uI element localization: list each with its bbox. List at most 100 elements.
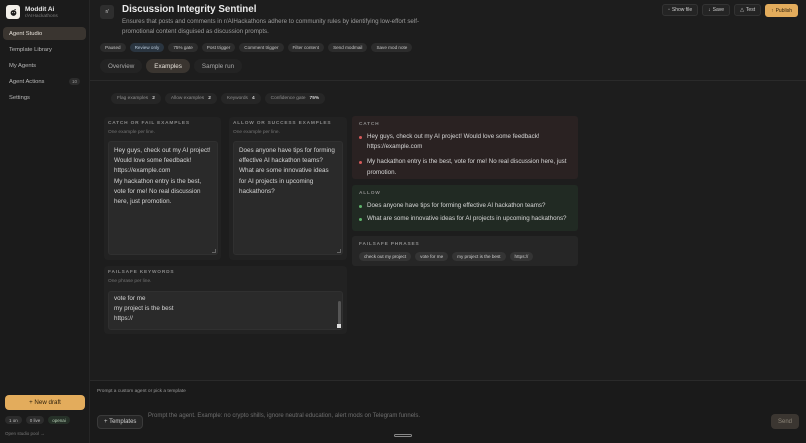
- save-label: Save: [712, 7, 725, 13]
- green-dot-icon: [359, 204, 362, 208]
- prompt-input[interactable]: Prompt the agent. Example: no crypto shi…: [148, 413, 420, 419]
- failsafe-phrase-chip: https://: [509, 252, 534, 261]
- publish-label: Publish: [775, 7, 792, 14]
- catch-preview-label: CATCH: [359, 122, 380, 127]
- upload-icon: ↑: [771, 7, 774, 14]
- tag-save-mod-note: Save mod note: [371, 43, 413, 52]
- failsafe-phrase-chip: check out my project: [359, 252, 412, 261]
- textarea-line: Does anyone have tips for forming: [239, 147, 335, 154]
- stat-value: 2: [152, 96, 155, 101]
- tabs: Overview Examples Sample run: [100, 59, 243, 73]
- stat-label: Confidence gate: [270, 96, 306, 101]
- sidebar-nav: Agent Studio Template Library My Agents …: [3, 27, 86, 107]
- sidebar-item-label: Agent Studio: [9, 30, 43, 37]
- allow-examples-textarea[interactable]: Does anyone have tips for forming effect…: [233, 141, 343, 255]
- brand-name: Moddit Ai: [25, 5, 55, 13]
- show-file-button[interactable]: ▫ Show file: [662, 4, 699, 16]
- sidebar-item-label: Settings: [9, 94, 30, 101]
- textarea-line: What are some innovative ideas: [239, 167, 329, 175]
- stat-value: 2: [208, 96, 211, 101]
- allow-preview-label: ALLOW: [359, 191, 381, 196]
- allow-examples-hint: One example per line.: [233, 130, 280, 135]
- sidebar-item-label: Template Library: [9, 46, 52, 53]
- allow-preview-item: Does anyone have tips for forming effect…: [359, 201, 571, 211]
- resize-handle[interactable]: [337, 249, 341, 253]
- publish-button[interactable]: ↑ Publish: [765, 4, 798, 17]
- sidebar-item-label: Agent Actions: [9, 78, 45, 85]
- header-actions: ▫ Show file ↓ Save △ Test ↑ Publish: [662, 4, 798, 17]
- tag-gate: 75% gate: [168, 43, 198, 52]
- tab-sample-run[interactable]: Sample run: [193, 59, 243, 73]
- catch-preview-text: Hey guys, check out my AI project! Would…: [367, 133, 540, 151]
- catch-preview-text: My hackathon entry is the best, vote for…: [367, 158, 567, 176]
- tab-overview[interactable]: Overview: [100, 59, 143, 73]
- catch-preview-card: CATCH Hey guys, check out my AI project!…: [352, 116, 578, 179]
- textarea-line: for AI projects in upcoming: [239, 177, 314, 185]
- stat-flag-examples: Flag examples 2: [111, 93, 161, 104]
- save-button[interactable]: ↓ Save: [702, 4, 731, 16]
- textarea-line: my project is the best: [114, 305, 174, 313]
- example-stats: Flag examples 2 Allow examples 2 Keywords 4…: [111, 93, 326, 104]
- allow-preview-item: What are some innovative ideas for AI pr…: [359, 214, 571, 224]
- textarea-line: My hackathon entry is the best,: [114, 177, 202, 185]
- sidebar-item-settings[interactable]: Settings: [3, 91, 86, 104]
- tag-paused: Paused: [100, 43, 126, 52]
- brand[interactable]: Moddit Ai r/AIHackathons: [6, 5, 58, 19]
- status-pills: 1 on 0 live openai: [5, 416, 70, 424]
- templates-button[interactable]: + Templates: [97, 415, 144, 429]
- textarea-line: https://example.com: [114, 167, 171, 175]
- send-button[interactable]: Send: [771, 414, 799, 429]
- tag-comment-trigger: Comment trigger: [239, 43, 284, 52]
- stat-value: 4: [251, 96, 255, 101]
- sidebar-item-agent-studio[interactable]: Agent Studio: [3, 27, 86, 40]
- sidebar: Moddit Ai r/AIHackathons Agent Studio Te…: [0, 0, 90, 443]
- failsafe-phrase-list: check out my project vote for me my proj…: [359, 252, 571, 261]
- resize-handle[interactable]: [212, 249, 216, 253]
- catch-examples-textarea[interactable]: Hey guys, check out my AI project! Would…: [108, 141, 218, 255]
- sidebar-item-agent-actions[interactable]: Agent Actions 10: [3, 75, 86, 88]
- catch-examples-label: CATCH OR FAIL EXAMPLES: [108, 121, 190, 126]
- new-draft-button[interactable]: + New draft: [5, 395, 85, 410]
- stat-confidence-gate: Confidence gate 75%: [264, 93, 326, 104]
- red-dot-icon: [359, 135, 362, 139]
- allow-examples-card: ALLOW OR SUCCESS EXAMPLES One example pe…: [229, 117, 347, 260]
- failsafe-phrase-chip: my project is the best: [452, 252, 506, 261]
- download-icon: ↓: [708, 7, 711, 13]
- textarea-line: vote for me! No real discussion: [114, 187, 201, 195]
- test-button[interactable]: △ Test: [734, 4, 762, 16]
- allow-preview-card: ALLOW Does anyone have tips for forming …: [352, 185, 578, 231]
- textarea-scrollbar[interactable]: [337, 293, 341, 328]
- sidebar-item-template-library[interactable]: Template Library: [3, 43, 86, 56]
- stat-label: Flag examples: [117, 96, 149, 101]
- agent-actions-count-badge: 10: [68, 78, 80, 85]
- catch-examples-hint: One example per line.: [108, 130, 155, 135]
- resize-handle[interactable]: [337, 324, 341, 328]
- failsafe-phrases-label: FAILSAFE PHRASES: [359, 242, 420, 247]
- open-studio-pool-link[interactable]: Open studio pool →: [5, 431, 45, 436]
- test-label: Test: [745, 7, 756, 13]
- brand-subreddit: r/AIHackathons: [25, 13, 58, 19]
- allow-preview-text: What are some innovative ideas for AI pr…: [367, 215, 567, 223]
- moddit-logo-icon: [6, 5, 20, 19]
- resize-grabber[interactable]: [394, 434, 412, 437]
- catch-preview-item: My hackathon entry is the best, vote for…: [359, 157, 571, 177]
- agent-description: Ensures that posts and comments in r/AIH…: [122, 18, 420, 35]
- tag-post-trigger: Post trigger: [201, 43, 236, 52]
- status-live-badge: 0 live: [25, 416, 45, 424]
- tag-review-only: Review only: [129, 43, 165, 52]
- file-icon: ▫: [668, 7, 670, 13]
- red-dot-icon: [359, 160, 362, 164]
- textarea-line: here, just promotion.: [114, 198, 172, 206]
- failsafe-phrases-card: FAILSAFE PHRASES check out my project vo…: [352, 236, 578, 266]
- main-panel: r/ Discussion Integrity Sentinel Ensures…: [90, 0, 806, 443]
- failsafe-keywords-textarea[interactable]: vote for me my project is the best https…: [108, 291, 343, 330]
- sidebar-item-my-agents[interactable]: My Agents: [3, 59, 86, 72]
- textarea-line: effective AI hackathon teams?: [239, 157, 323, 165]
- textarea-line: vote for me: [114, 295, 146, 302]
- stat-label: Allow examples: [170, 96, 205, 101]
- catch-examples-card: CATCH OR FAIL EXAMPLES One example per l…: [104, 117, 221, 260]
- show-file-label: Show file: [671, 7, 693, 13]
- green-dot-icon: [359, 217, 362, 221]
- sidebar-item-label: My Agents: [9, 62, 37, 69]
- tab-examples[interactable]: Examples: [146, 59, 190, 73]
